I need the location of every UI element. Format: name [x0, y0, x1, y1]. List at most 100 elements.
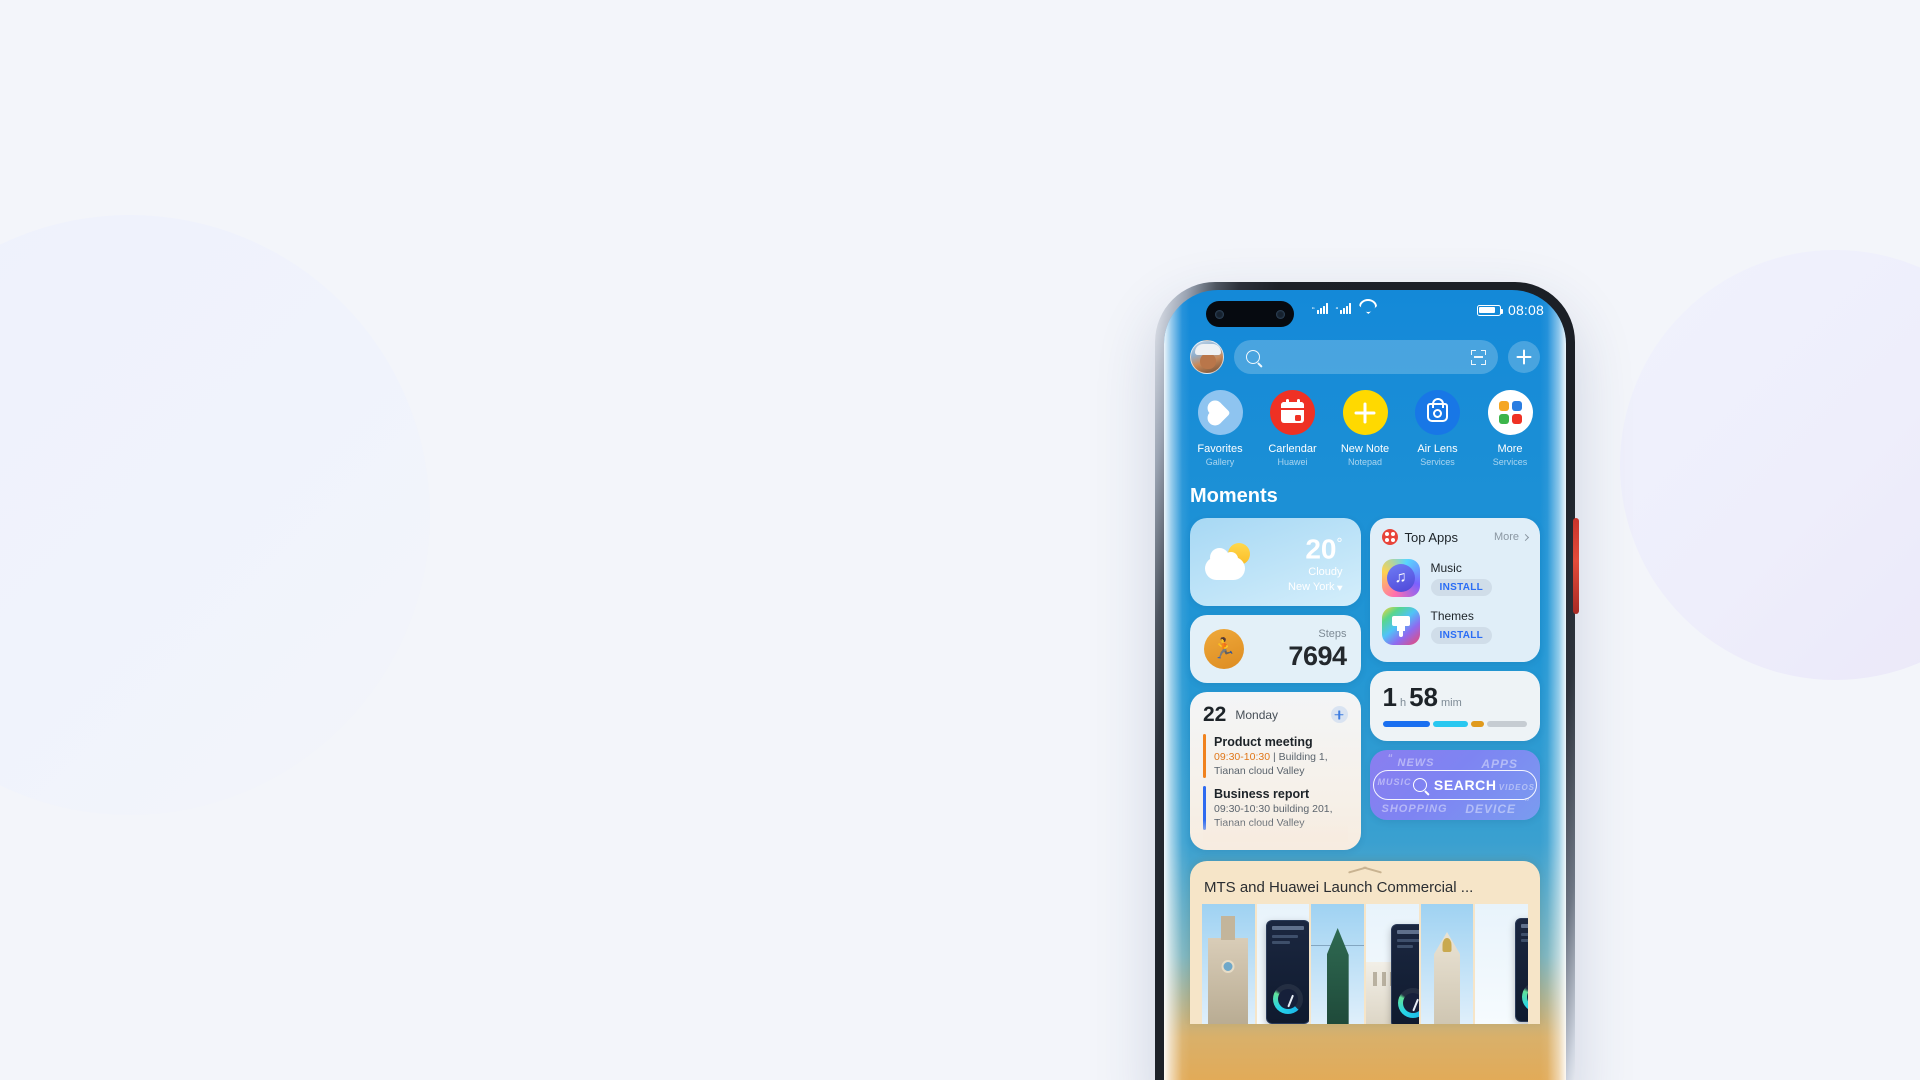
promo-search-label: SEARCH [1433, 777, 1497, 793]
user-avatar[interactable] [1190, 340, 1224, 374]
heart-icon [1197, 390, 1243, 435]
news-image: ✷ [1311, 904, 1365, 1024]
duration-value: 1 h 58 mim [1383, 684, 1528, 710]
speedtest-screenshot [1515, 918, 1529, 1022]
shortcut-sublabel: Notepad [1347, 457, 1383, 467]
plus-icon [1342, 390, 1388, 435]
signal-bars-icon: “ [1312, 303, 1328, 315]
event-meta: 09:30-10:30 | Building 1, Tianan cloud V… [1214, 750, 1348, 778]
promo-search-button[interactable]: SEARCH [1372, 770, 1537, 800]
shopping-bag-lens-icon [1415, 390, 1460, 435]
progress-segment [1470, 721, 1485, 727]
sun-behind-cloud-icon [1204, 540, 1254, 584]
event-accent-bar [1203, 786, 1206, 830]
steps-text: Steps 7694 [1288, 627, 1347, 671]
weather-card[interactable]: 20° Cloudy New York [1190, 518, 1361, 606]
calendar-day-number: 22 [1203, 703, 1227, 726]
music-note-icon: ♫ [1381, 559, 1420, 597]
shortcut-favorites[interactable]: Favorites Gallery [1188, 390, 1252, 469]
duration-card[interactable]: 1 h 58 mim [1369, 671, 1540, 741]
event-time: 09:30-10:30 [1214, 803, 1271, 815]
weather-condition: Cloudy [1308, 565, 1343, 578]
calendar-add-event-button[interactable] [1330, 706, 1348, 723]
top-apps-title: Top Apps [1404, 529, 1459, 545]
speedtest-screenshot [1266, 920, 1310, 1024]
chevron-up-icon[interactable] [1348, 866, 1382, 874]
shortcut-carlendar[interactable]: Carlendar Huawei [1261, 390, 1325, 469]
top-apps-more-link[interactable]: More [1493, 531, 1530, 543]
search-row [1164, 330, 1566, 374]
shortcut-sublabel: Services [1492, 457, 1528, 467]
shortcut-label: New Note [1340, 443, 1390, 455]
search-input[interactable] [1234, 340, 1498, 374]
add-button[interactable] [1508, 341, 1540, 373]
appgallery-icon [1381, 529, 1398, 545]
duration-minutes-unit: mim [1441, 697, 1462, 709]
weather-city: New York [1288, 580, 1344, 595]
calendar-header: 22 Monday [1203, 703, 1348, 726]
weather-temperature: 20° [1305, 533, 1343, 565]
promo-keyword-news: NEWS [1397, 757, 1435, 769]
moments-left-column: 20° Cloudy New York 🏃 Steps 7694 22 Mond… [1190, 518, 1361, 850]
signal-prefix-2: “ [1335, 306, 1339, 315]
calendar-card[interactable]: 22 Monday Product meeting 09:30-10:30 | … [1190, 692, 1361, 850]
event-time: 09:30-10:30 [1214, 751, 1271, 763]
search-icon [1412, 778, 1427, 792]
chevron-right-icon [1521, 533, 1530, 541]
news-image [1366, 904, 1419, 1024]
steps-card[interactable]: 🏃 Steps 7694 [1190, 615, 1361, 683]
shortcut-label: Air Lens [1417, 443, 1458, 455]
wifi-icon [1359, 303, 1373, 314]
moments-grid: 20° Cloudy New York 🏃 Steps 7694 22 Mond… [1164, 508, 1566, 850]
event-accent-bar [1203, 734, 1206, 778]
search-icon [1246, 350, 1260, 364]
duration-progress-bar [1382, 721, 1527, 727]
news-image [1475, 904, 1529, 1024]
shortcut-sublabel: Gallery [1205, 457, 1235, 467]
status-bar: “ “ 08:08 [1164, 290, 1566, 330]
shortcut-row: Favorites Gallery Carlendar Huawei New N… [1164, 374, 1566, 469]
scan-code-icon[interactable] [1471, 349, 1486, 365]
paintbrush-icon [1381, 607, 1420, 645]
calendar-icon [1270, 390, 1315, 435]
app-name: Music [1430, 560, 1462, 575]
event-title: Product meeting [1214, 735, 1313, 749]
shortcut-more[interactable]: More Services [1478, 390, 1542, 469]
news-headline: MTS and Huawei Launch Commercial ... [1204, 879, 1474, 896]
app-row-themes[interactable]: Themes INSTALL [1381, 602, 1529, 650]
front-camera-cutout [1206, 301, 1294, 327]
progress-segment [1486, 721, 1527, 727]
power-button[interactable] [1573, 518, 1579, 614]
background-blob-right [1620, 250, 1920, 680]
shortcut-sublabel: Huawei [1277, 457, 1308, 467]
steps-value: 7694 [1288, 641, 1347, 671]
moments-right-column: Top Apps More ♫ Music INSTALL Themes INS… [1369, 518, 1540, 820]
install-button[interactable]: INSTALL [1430, 578, 1493, 596]
shortcut-label: Favorites [1197, 443, 1243, 455]
moments-section-title: Moments [1190, 485, 1278, 507]
news-card[interactable]: MTS and Huawei Launch Commercial ... ✷ [1190, 861, 1540, 1024]
search-promo-card[interactable]: “ NEWS APPS MUSIC VIDEOS SHOPPING DEVICE… [1369, 750, 1540, 820]
event-separator: | [1272, 751, 1276, 763]
signal-prefix: “ [1312, 306, 1315, 315]
signal-bars-icon-2: “ [1335, 303, 1352, 315]
duration-hours: 1 [1382, 682, 1397, 712]
more-label: More [1493, 531, 1519, 543]
app-info: Music INSTALL [1430, 560, 1493, 596]
weather-text: 20° Cloudy New York [1288, 529, 1346, 594]
promo-keyword-apps: APPS [1481, 757, 1518, 771]
duration-minutes: 58 [1409, 682, 1439, 712]
shortcut-new-note[interactable]: New Note Notepad [1333, 390, 1397, 469]
quote-mark: “ [1387, 753, 1394, 764]
install-button[interactable]: INSTALL [1430, 626, 1493, 644]
app-row-music[interactable]: ♫ Music INSTALL [1381, 554, 1529, 602]
phone-mockup: “ “ 08:08 Favorites Gallery Carlendar Hu… [1155, 282, 1579, 1080]
promo-keyword-shopping: SHOPPING [1381, 803, 1448, 815]
shortcut-sublabel: Services [1420, 457, 1455, 467]
calendar-event[interactable]: Product meeting 09:30-10:30 | Building 1… [1203, 734, 1348, 778]
calendar-event[interactable]: Business report 09:30-10:30 building 201… [1203, 786, 1348, 842]
grid-dots-icon [1487, 390, 1533, 435]
shortcut-air-lens[interactable]: Air Lens Services [1406, 390, 1470, 469]
promo-keyword-device: DEVICE [1465, 802, 1516, 816]
signal-indicators: “ “ [1312, 303, 1373, 315]
